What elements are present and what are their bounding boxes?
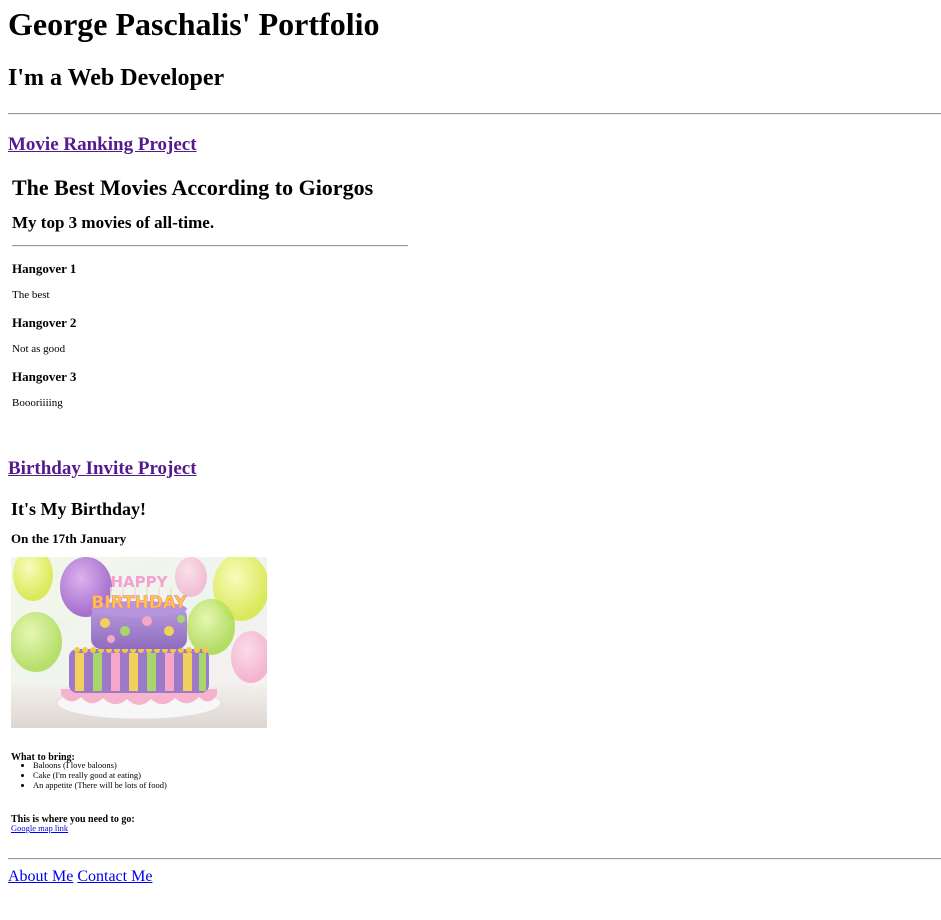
contact-me-link[interactable]: Contact Me xyxy=(77,868,152,885)
movie-description: The best xyxy=(12,289,50,301)
divider-bottom xyxy=(8,858,941,860)
birthday-title: It's My Birthday! xyxy=(11,499,146,519)
movies-title: The Best Movies According to Giorgos xyxy=(12,175,374,200)
list-item: An appetite (There will be lots of food) xyxy=(33,780,167,790)
movies-divider xyxy=(12,245,408,247)
birthday-date: On the 17th January xyxy=(11,531,127,546)
what-to-bring-list: Baloons (I love baloons) Cake (I'm reall… xyxy=(11,760,167,790)
movie-title: Hangover 3 xyxy=(12,369,77,384)
footer-links: About Me Contact Me xyxy=(8,868,152,886)
movie-description: Boooriiiing xyxy=(12,397,63,409)
divider-top xyxy=(8,113,941,115)
movie-title: Hangover 1 xyxy=(12,261,77,276)
cake-birthday-text: BIRTHDAY xyxy=(91,593,187,613)
cake-happy-text: HAPPY xyxy=(110,573,168,591)
movie-title: Hangover 2 xyxy=(12,315,77,330)
birthday-invite-iframe: It's My Birthday! On the 17th January HA… xyxy=(8,492,270,838)
page-subtitle: I'm a Web Developer xyxy=(8,65,225,91)
birthday-cake-image: HAPPY BIRTHDAY xyxy=(11,557,267,728)
movies-subtitle: My top 3 movies of all-time. xyxy=(12,213,215,232)
movie-ranking-project-link[interactable]: Movie Ranking Project xyxy=(8,134,197,156)
movie-ranking-iframe: The Best Movies According to Giorgos My … xyxy=(8,168,412,416)
movie-description: Not as good xyxy=(12,343,66,355)
about-me-link[interactable]: About Me xyxy=(8,868,73,885)
birthday-invite-project-link[interactable]: Birthday Invite Project xyxy=(8,458,197,480)
page-title: George Paschalis' Portfolio xyxy=(8,6,380,42)
google-map-link[interactable]: Google map link xyxy=(11,823,68,833)
list-item: Cake (I'm really good at eating) xyxy=(33,770,167,780)
list-item: Baloons (I love baloons) xyxy=(33,760,167,770)
